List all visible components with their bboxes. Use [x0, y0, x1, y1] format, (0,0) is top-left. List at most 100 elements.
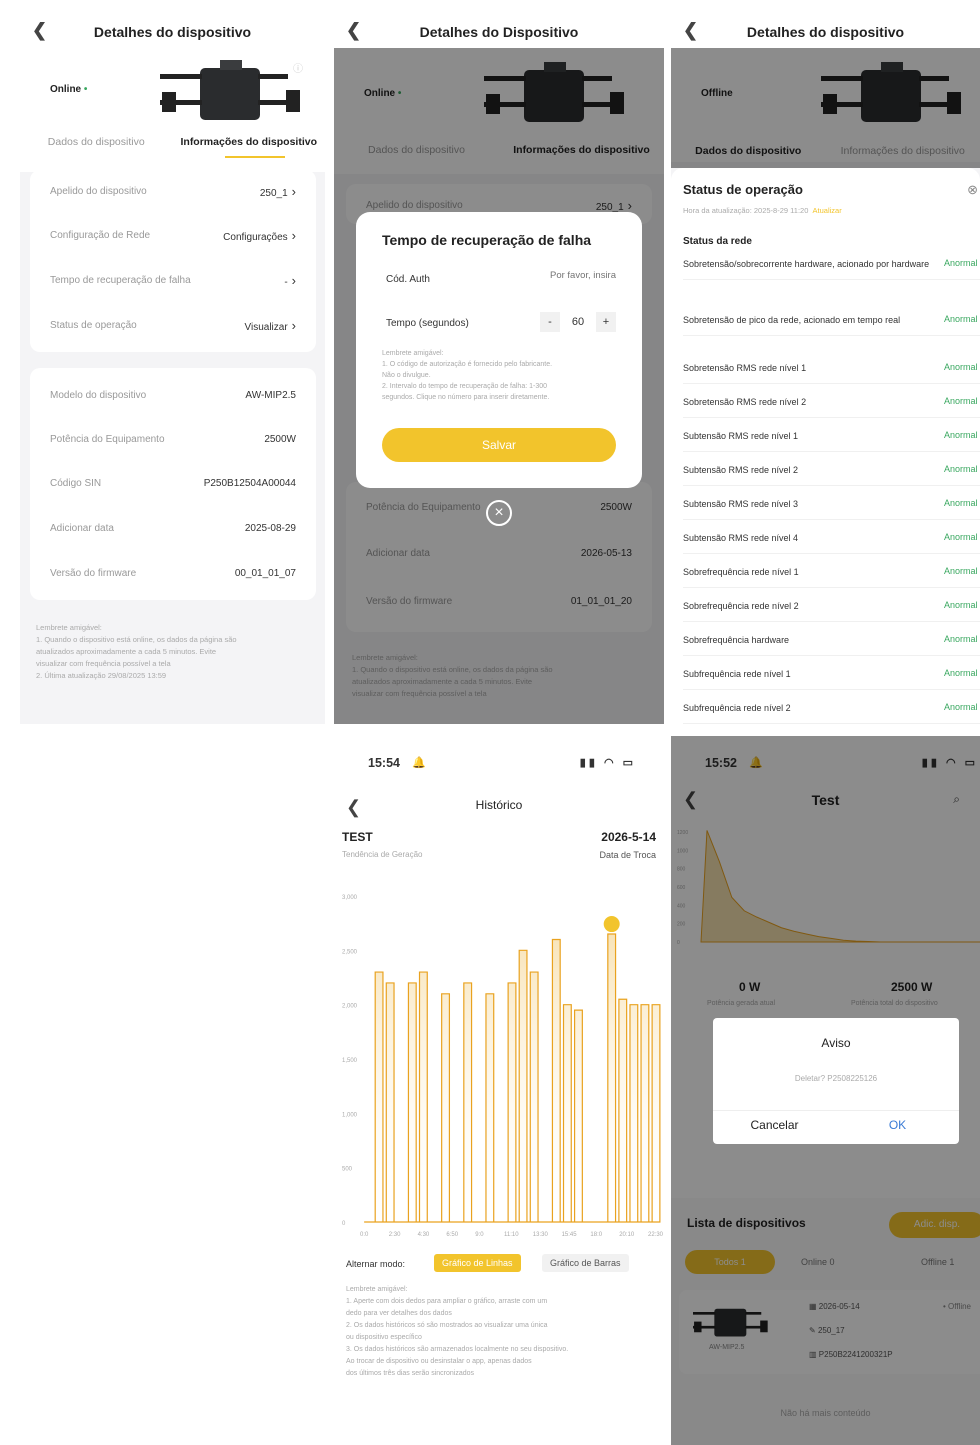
bell-icon: 🔔 — [412, 757, 426, 769]
x-tick-label: 9:0 — [475, 1232, 484, 1238]
status-item-value: Anormal — [944, 314, 978, 324]
dialog-title: Aviso — [821, 1036, 851, 1050]
status-item-label: Subtensão RMS rede nível 4 — [683, 533, 799, 543]
y-tick-label: 2,000 — [342, 1004, 358, 1010]
chart-subtitle: Tendência de Geração — [342, 850, 423, 859]
help-icon[interactable]: ⓘ — [293, 60, 303, 75]
row-label: Status de operação — [50, 320, 137, 331]
status-item-value: Anormal — [944, 430, 978, 440]
status-item-label: Subfrequência rede nível 2 — [683, 703, 791, 713]
status-sheet: Status de operação ⊗ Hora da atualização… — [671, 168, 980, 724]
status-item-value: Anormal — [944, 258, 978, 268]
time-value[interactable]: 60 — [560, 316, 596, 328]
update-link[interactable]: Atualizar — [813, 206, 842, 215]
close-icon[interactable]: × — [486, 500, 512, 526]
chevron-right-icon: › — [291, 273, 296, 288]
fault-recovery-dialog: Tempo de recuperação de falha Cód. Auth … — [356, 212, 642, 488]
y-tick-label: 1,000 — [342, 1112, 358, 1118]
row-power: Potência do Equipamento 2500W — [50, 434, 296, 445]
status-item-value: Anormal — [944, 566, 978, 576]
delete-confirm-dialog: Aviso Deletar? P2508225126 Cancelar OK — [713, 1018, 959, 1144]
date-picker[interactable]: 2026-5-14 — [601, 830, 656, 844]
status-row: Sobrefrequência rede nível 2 Anormal — [683, 600, 980, 622]
change-date-label[interactable]: Data de Troca — [599, 850, 656, 860]
chevron-right-icon: › — [291, 228, 296, 243]
update-time: Hora da atualização: 2025-8-29 11:20 Atu… — [683, 206, 842, 215]
row-network-config[interactable]: Configuração de Rede Configurações › — [50, 228, 296, 243]
row-label: Configuração de Rede — [50, 230, 151, 241]
series-area — [364, 933, 661, 1223]
tab-device-data[interactable]: Dados do dispositivo — [20, 136, 173, 148]
x-tick-label: 4:30 — [418, 1232, 430, 1238]
history-chart[interactable]: 3,000 2,500 2,000 1,500 1,000 500 0 0:0 2:30 4:30… — [334, 876, 664, 1248]
inverter-image — [160, 60, 300, 120]
page-title: Detalhes do Dispositivo — [419, 24, 579, 40]
status-item-value: Anormal — [944, 532, 978, 542]
auth-code-input[interactable] — [496, 270, 616, 281]
status-row: Subtensão RMS rede nível 3 Anormal — [683, 498, 980, 520]
status-item-value: Anormal — [944, 464, 978, 474]
panel-fault-recovery-modal: ❮ Detalhes do Dispositivo Online • Dados… — [334, 12, 664, 724]
bar-chart-button[interactable]: Gráfico de Barras — [542, 1254, 629, 1272]
tab-device-info[interactable]: Informações do dispositivo — [173, 136, 326, 148]
chevron-right-icon: › — [291, 318, 296, 333]
row-add-date: Adicionar data 2025-08-29 — [50, 523, 296, 534]
x-tick-label: 15:45 — [562, 1232, 578, 1238]
status-item-value: Anormal — [944, 668, 978, 678]
panel-operation-status: ❮ Detalhes do dispositivo Offline Dados … — [671, 12, 980, 724]
modal-overlay[interactable] — [671, 48, 980, 168]
status-item-label: Sobretensão/sobrecorrente hardware, acio… — [683, 259, 930, 269]
signal-wifi-battery-icon: ▮▮ ◠ ▭ — [579, 757, 636, 769]
x-tick-label: 22:30 — [648, 1232, 664, 1238]
status-row: Sobrefrequência hardware Anormal — [683, 634, 980, 656]
status-item-value: Anormal — [944, 600, 978, 610]
page-title: Detalhes do dispositivo — [93, 24, 252, 40]
x-tick-label: 0:0 — [360, 1232, 369, 1238]
y-tick-label: 0 — [342, 1221, 346, 1227]
chevron-right-icon: › — [291, 184, 296, 199]
status-item-value: Anormal — [944, 362, 978, 372]
status-item-label: Sobrefrequência rede nível 1 — [683, 567, 799, 577]
x-tick-label: 18:0 — [590, 1232, 602, 1238]
clock: 15:54 — [368, 756, 400, 770]
x-tick-label: 13:30 — [533, 1232, 549, 1238]
line-chart-button[interactable]: Gráfico de Linhas — [434, 1254, 521, 1272]
panel-history: 15:54 🔔 ▮▮ ◠ ▭ ❮ Histórico TEST Tendênci… — [334, 736, 664, 1445]
tab-bar: Dados do dispositivo Informações do disp… — [20, 136, 325, 148]
cancel-button[interactable]: Cancelar — [713, 1118, 836, 1132]
dialog-reminder: Lembrete amigável: 1. O código de autoriz… — [382, 350, 553, 401]
status-row: Sobrefrequência rede nível 1 Anormal — [683, 566, 980, 588]
y-tick-label: 1,500 — [342, 1058, 358, 1064]
info-card: Modelo do dispositivo AW-MIP2.5 Potência … — [30, 368, 316, 600]
x-tick-label: 20:10 — [619, 1232, 635, 1238]
y-tick-label: 2,500 — [342, 949, 358, 955]
status-item-value: Anormal — [944, 702, 978, 712]
time-label: Tempo (segundos) — [386, 318, 469, 329]
back-icon[interactable]: ❮ — [32, 21, 47, 39]
status-item-label: Sobrefrequência rede nível 2 — [683, 601, 799, 611]
status-badge: Online • — [50, 84, 88, 95]
status-row: Subfrequência rede nível 2 Anormal — [683, 702, 980, 724]
section-title: Status da rede — [683, 236, 752, 247]
panel-device-info: ❮ Detalhes do dispositivo Online • ⓘ Dad… — [20, 12, 325, 724]
back-icon[interactable]: ❮ — [346, 21, 361, 39]
row-operation-status[interactable]: Status de operação Visualizar › — [50, 318, 296, 333]
peak-marker — [603, 916, 620, 933]
row-fault-recovery[interactable]: Tempo de recuperação de falha - › — [50, 273, 296, 288]
plus-button[interactable]: + — [596, 312, 616, 332]
back-icon[interactable]: ❮ — [683, 21, 698, 39]
row-value: Visualizar › — [244, 318, 296, 333]
save-button[interactable]: Salvar — [382, 428, 616, 462]
header: ❮ Detalhes do Dispositivo — [334, 12, 664, 52]
row-alias[interactable]: Apelido do dispositivo 250_1 › — [50, 184, 296, 199]
mode-label: Alternar modo: — [346, 1259, 406, 1269]
ok-button[interactable]: OK — [836, 1118, 959, 1132]
status-row: Subtensão RMS rede nível 2 Anormal — [683, 464, 980, 486]
dialog-title: Tempo de recuperação de falha — [382, 232, 592, 248]
status-bar: 15:54 🔔 ▮▮ ◠ ▭ — [334, 736, 664, 791]
close-icon[interactable]: ⊗ — [967, 182, 978, 198]
status-row: Sobretensão RMS rede nível 1 Anormal — [683, 362, 980, 384]
minus-button[interactable]: - — [540, 312, 560, 332]
status-item-value: Anormal — [944, 634, 978, 644]
status-row: Subtensão RMS rede nível 4 Anormal — [683, 532, 980, 554]
